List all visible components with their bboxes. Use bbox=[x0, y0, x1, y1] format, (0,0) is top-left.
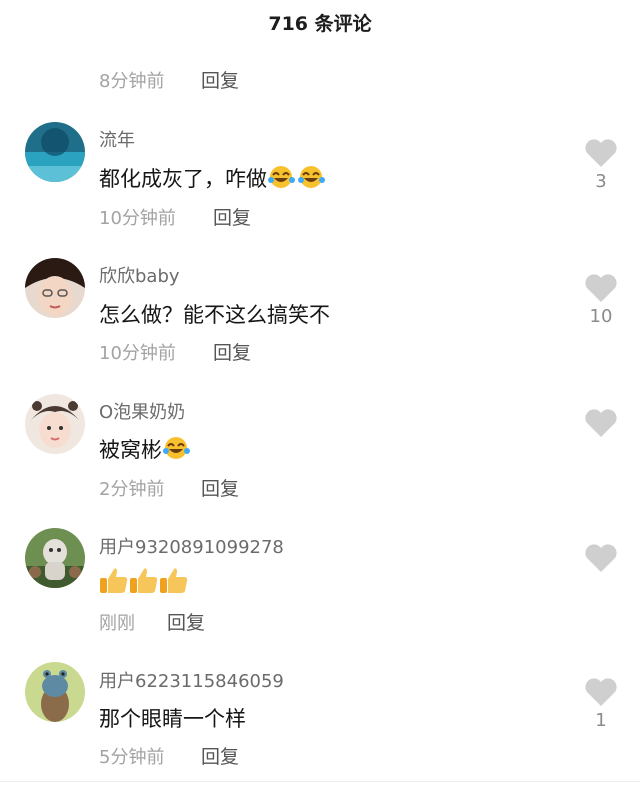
comment-username[interactable]: 流年 bbox=[99, 126, 135, 152]
comment-text: 怎么做？能不这么搞笑不 bbox=[99, 303, 330, 327]
comment-time: 10分钟前 bbox=[99, 343, 176, 364]
reply-button[interactable]: 回复 bbox=[201, 66, 239, 93]
avatar[interactable] bbox=[25, 258, 85, 318]
avatar[interactable] bbox=[25, 662, 85, 722]
avatar[interactable] bbox=[25, 394, 85, 454]
comment-username[interactable]: 用户6223115846059 bbox=[99, 667, 284, 693]
thumbs-up-icon bbox=[99, 566, 129, 599]
comment-username[interactable]: O泡果奶奶 bbox=[99, 398, 185, 424]
heart-icon[interactable] bbox=[584, 543, 618, 573]
comment-time: 2分钟前 bbox=[99, 479, 165, 500]
reply-button[interactable]: 回复 bbox=[213, 203, 251, 230]
reply-button[interactable]: 回复 bbox=[201, 474, 239, 501]
reply-button[interactable]: 回复 bbox=[167, 608, 205, 635]
avatar[interactable] bbox=[25, 528, 85, 588]
comment-text: 那个眼睛一个样 bbox=[99, 707, 246, 731]
thumbs-up-icon bbox=[129, 566, 159, 599]
like-count: 10 bbox=[589, 306, 613, 327]
reply-button[interactable]: 回复 bbox=[213, 338, 251, 365]
heart-icon[interactable] bbox=[584, 138, 618, 168]
comment-text: 被窝彬 bbox=[99, 434, 192, 466]
heart-icon[interactable] bbox=[584, 408, 618, 438]
heart-icon[interactable] bbox=[584, 677, 618, 707]
laughing-tears-icon bbox=[297, 164, 327, 195]
laughing-tears-icon bbox=[267, 164, 297, 195]
comment-username[interactable]: 欣欣baby bbox=[99, 262, 180, 288]
comment-time: 8分钟前 bbox=[99, 71, 165, 92]
comment-time: 10分钟前 bbox=[99, 208, 176, 229]
reply-button[interactable]: 回复 bbox=[201, 742, 239, 769]
comment-text: 都化成灰了，咋做 bbox=[99, 163, 327, 195]
comment-username[interactable]: 用户9320891099278 bbox=[99, 533, 284, 559]
comments-header-title: 716 条评论 bbox=[268, 13, 372, 35]
comment-time: 5分钟前 bbox=[99, 747, 165, 768]
like-count: 3 bbox=[595, 171, 607, 192]
comment-time: 刚刚 bbox=[99, 613, 135, 634]
comment-text bbox=[99, 566, 189, 599]
heart-icon[interactable] bbox=[584, 273, 618, 303]
thumbs-up-icon bbox=[159, 566, 189, 599]
laughing-tears-icon bbox=[162, 435, 192, 466]
divider bbox=[0, 781, 640, 782]
avatar[interactable] bbox=[25, 122, 85, 182]
like-count: 1 bbox=[595, 710, 607, 731]
